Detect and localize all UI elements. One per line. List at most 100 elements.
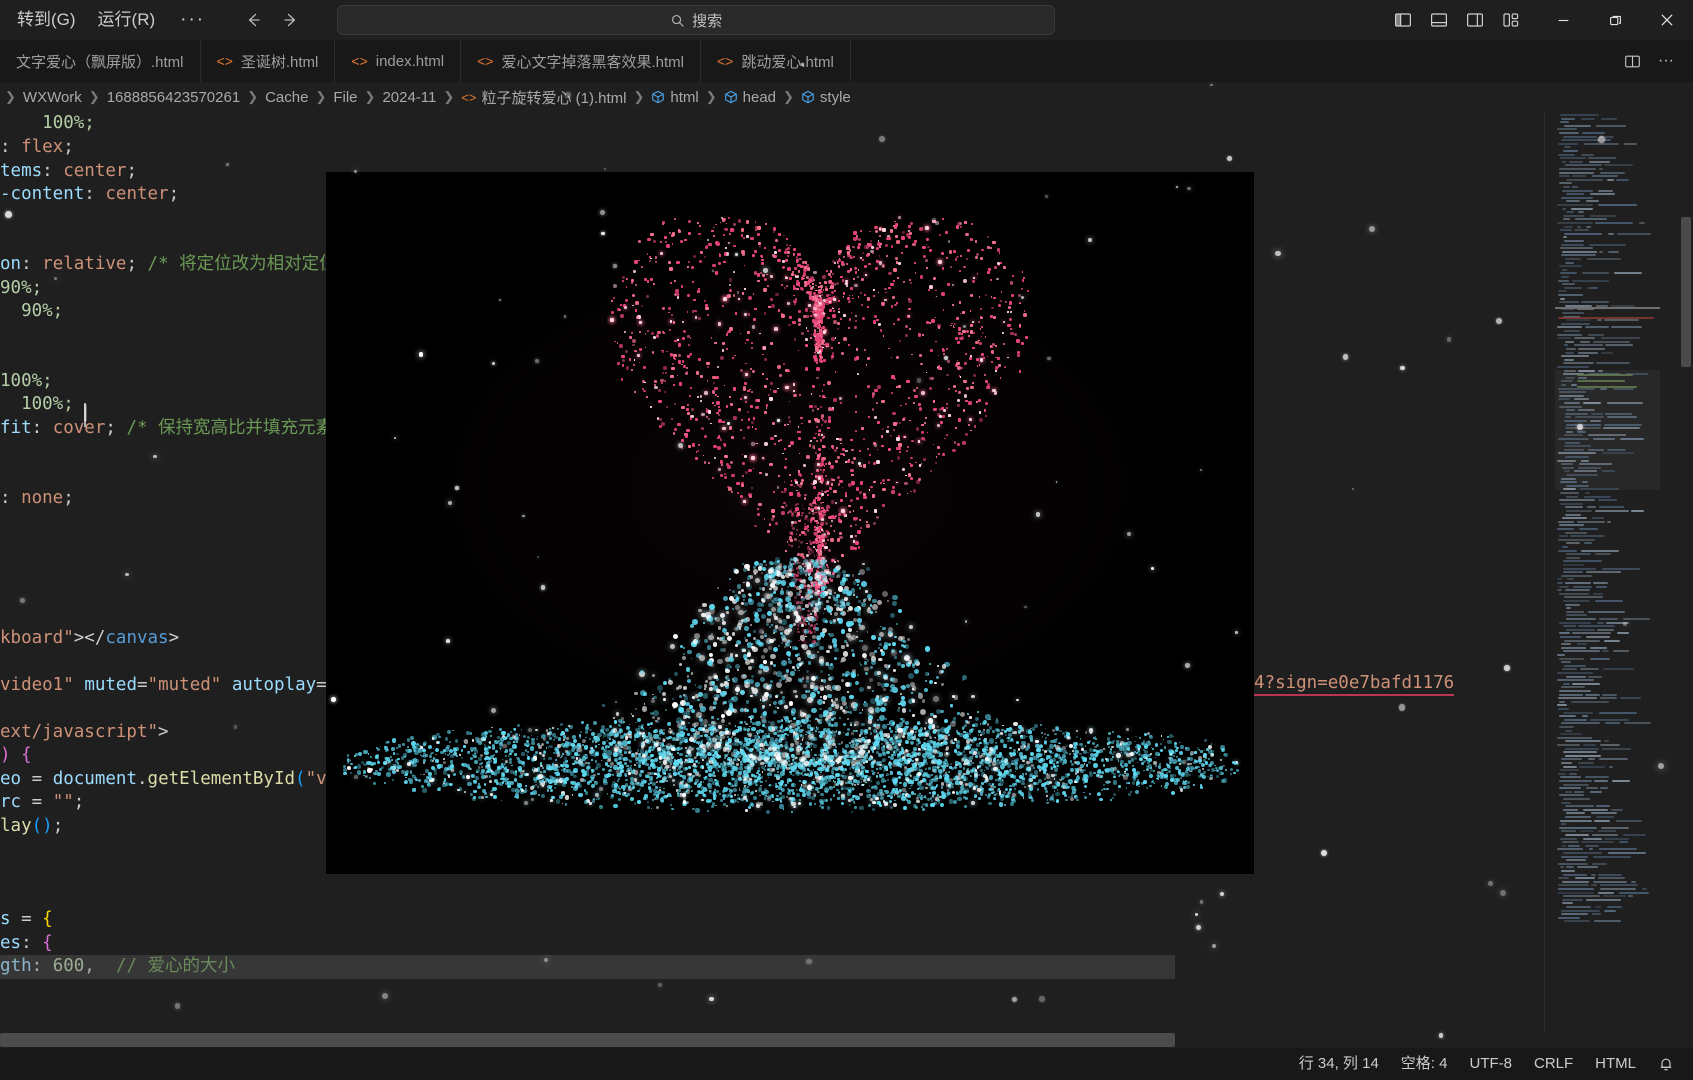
tab-4[interactable]: <> 跳动爱心.html: [701, 40, 851, 82]
breadcrumb-separator: ❯: [88, 89, 100, 104]
breadcrumb: ❯ WXWork ❯ 1688856423570261 ❯ Cache ❯ Fi…: [0, 82, 1693, 112]
breadcrumb-item-date[interactable]: 2024-11: [380, 89, 438, 106]
tab-bar-actions: ···: [1617, 40, 1693, 82]
status-encoding[interactable]: UTF-8: [1458, 1048, 1523, 1080]
tab-label: 圣诞树.html: [240, 53, 319, 71]
editor-tab-bar: 文字爱心（飘屏版）.html <> 圣诞树.html <> index.html…: [0, 40, 1693, 82]
breadcrumb-item-wxwork[interactable]: WXWork: [21, 89, 84, 106]
breadcrumb-item-style[interactable]: style: [799, 89, 853, 106]
code-line-0: 100%;: [42, 113, 95, 133]
toggle-primary-sidebar-icon[interactable]: [1389, 6, 1417, 34]
window-right-controls: [1389, 0, 1693, 40]
code-line-11: kboard"></canvas>: [0, 628, 180, 648]
maximize-restore-button[interactable]: [1589, 0, 1641, 40]
code-line-12: video1" muted="muted" autoplay="au: [0, 675, 358, 695]
toggle-secondary-sidebar-icon[interactable]: [1461, 6, 1489, 34]
preview-star: [857, 462, 861, 465]
horizontal-scrollbar[interactable]: [0, 1032, 1545, 1048]
preview-star: [418, 352, 424, 357]
error-url-fragment: 4?sign=e0e7bafd1176: [1254, 673, 1455, 696]
breadcrumb-item-id[interactable]: 1688856423570261: [105, 89, 242, 106]
preview-star: [613, 264, 617, 268]
code-line-8: 100%;: [21, 394, 74, 414]
tab-label: 跳动爱心.html: [741, 53, 834, 71]
breadcrumb-item-file[interactable]: File: [331, 89, 359, 106]
breadcrumb-separator: ❯: [705, 89, 717, 104]
back-arrow-icon[interactable]: [239, 6, 267, 34]
preview-star: [540, 584, 546, 590]
preview-star: [1045, 195, 1049, 198]
tab-2[interactable]: <> index.html: [335, 40, 462, 82]
preview-star: [1088, 238, 1092, 242]
cyan-particle-spray: [326, 557, 1254, 862]
breadcrumb-item-html[interactable]: html: [649, 89, 700, 106]
status-cursor-position[interactable]: 行 34, 列 14: [1288, 1048, 1390, 1080]
preview-star: [1024, 605, 1027, 609]
code-line-15: eo = document.getElementById("vide: [0, 769, 358, 789]
split-editor-icon[interactable]: [1617, 46, 1647, 76]
preview-star: [522, 514, 525, 517]
tab-label: index.html: [375, 52, 445, 70]
status-eol[interactable]: CRLF: [1523, 1048, 1584, 1080]
symbol-cube-icon: [724, 90, 738, 104]
code-line-7: 100%;: [0, 371, 53, 391]
code-line-10: : none;: [0, 488, 74, 508]
status-bar-right: 行 34, 列 14 空格: 4 UTF-8 CRLF HTML: [1288, 1048, 1693, 1080]
status-indentation[interactable]: 空格: 4: [1390, 1048, 1459, 1080]
customize-layout-icon[interactable]: [1497, 6, 1525, 34]
code-line-2: tems: center;: [0, 161, 137, 181]
more-actions-icon[interactable]: ···: [1651, 46, 1681, 76]
code-line-16: rc = "";: [0, 792, 85, 812]
preview-star: [445, 639, 450, 643]
command-center[interactable]: 搜索: [337, 5, 1056, 35]
html-file-icon: <>: [717, 53, 734, 69]
preview-star: [1035, 512, 1041, 517]
menu-overflow-icon[interactable]: ···: [166, 9, 219, 31]
breadcrumb-separator: ❯: [315, 89, 327, 104]
breadcrumb-separator: ❯: [633, 89, 645, 104]
code-line-18: s = {: [0, 909, 53, 929]
preview-star: [733, 627, 738, 632]
layout-controls: [1389, 6, 1525, 34]
menu-item-goto[interactable]: 转到(G): [6, 5, 87, 35]
vertical-scrollbar-thumb[interactable]: [1681, 217, 1691, 367]
tab-label: 文字爱心（飘屏版）.html: [16, 53, 184, 71]
code-line-1: : flex;: [0, 137, 74, 157]
tab-1[interactable]: <> 圣诞树.html: [200, 40, 336, 82]
preview-star: [331, 697, 336, 702]
code-line-19: es: {: [0, 933, 53, 953]
breadcrumb-separator: ❯: [443, 89, 455, 104]
vertical-scrollbar[interactable]: [1678, 112, 1693, 1032]
tab-0[interactable]: 文字爱心（飘屏版）.html: [0, 40, 201, 82]
editor-minimap[interactable]: [1555, 112, 1660, 922]
tab-3[interactable]: <> 爱心文字掉落黑客效果.html: [461, 40, 701, 82]
breadcrumb-item-cache[interactable]: Cache: [263, 89, 310, 106]
search-box[interactable]: 搜索: [337, 5, 1056, 35]
code-line-9: fit: cover; /* 保持宽高比并填充元素的: [0, 418, 351, 438]
close-window-button[interactable]: [1641, 0, 1693, 40]
notifications-bell-icon[interactable]: [1647, 1056, 1685, 1072]
preview-star: [916, 378, 921, 383]
code-line-6: 90%;: [21, 301, 64, 321]
search-icon: [670, 13, 685, 28]
status-language-mode[interactable]: HTML: [1584, 1048, 1647, 1080]
vscode-window: 转到(G) 运行(R) ··· 搜索 文字爱心（飘屏版）.html <> 圣诞树…: [0, 0, 1693, 1080]
preview-star: [677, 442, 683, 448]
minimize-button[interactable]: [1537, 0, 1589, 40]
title-bar: 转到(G) 运行(R) ··· 搜索: [0, 0, 1693, 40]
breadcrumb-item-filename[interactable]: <> 粒子旋转爱心 (1).html: [459, 87, 628, 108]
horizontal-scrollbar-thumb[interactable]: [0, 1033, 1175, 1047]
navigation-buttons: [239, 6, 305, 34]
forward-arrow-icon[interactable]: [277, 6, 305, 34]
search-placeholder: 搜索: [692, 12, 723, 30]
minimap-divider: [1544, 112, 1545, 1032]
breadcrumb-item-head[interactable]: head: [722, 89, 778, 106]
code-line-3: -content: center;: [0, 184, 180, 204]
menu-item-run[interactable]: 运行(R): [87, 5, 167, 35]
toggle-panel-icon[interactable]: [1425, 6, 1453, 34]
symbol-cube-icon: [801, 90, 815, 104]
minimap-viewport-slider[interactable]: [1555, 370, 1660, 490]
tab-label: 爱心文字掉落黑客效果.html: [501, 53, 684, 71]
code-line-13: ext/javascript">: [0, 722, 169, 742]
preview-star: [874, 611, 877, 614]
